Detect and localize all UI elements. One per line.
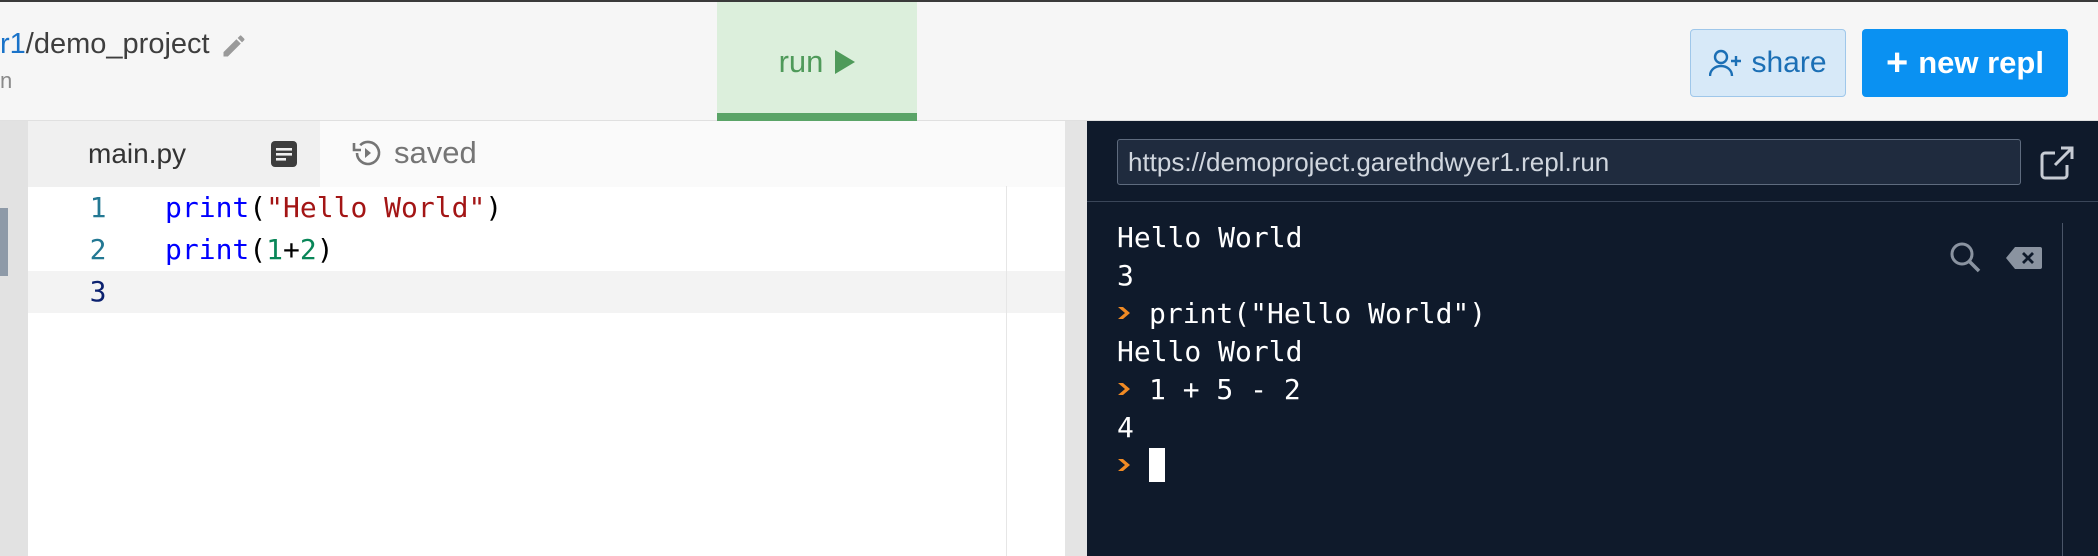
text-cursor[interactable] — [1149, 448, 1165, 482]
console-text: Hello World — [1117, 335, 1303, 368]
console-text: print("Hello World") — [1149, 297, 1487, 330]
code-token: + — [283, 233, 300, 266]
code-token: ( — [249, 233, 267, 266]
code-token: ) — [316, 233, 334, 266]
breadcrumb-project-name: demo_project — [33, 28, 210, 60]
console-text: 4 — [1117, 411, 1134, 444]
add-user-icon — [1709, 49, 1742, 77]
console-input-line: print("Hello World") — [1117, 295, 1486, 333]
console-output-line: 3 — [1117, 257, 1486, 295]
console-output[interactable]: Hello World 3 print("Hello World") Hello Wo… — [1117, 219, 1486, 485]
code-token: 1 — [266, 233, 284, 266]
prompt-chevron-icon — [1118, 307, 1130, 319]
code-line-text: print("Hello World") — [165, 187, 502, 229]
code-area[interactable]: 1 print("Hello World") 2 print(1+2) 3 — [28, 187, 1065, 556]
code-token: ( — [249, 191, 267, 224]
prompt-chevron-icon — [1118, 459, 1130, 471]
console-input-line — [1117, 447, 1486, 485]
document-icon[interactable] — [268, 138, 300, 170]
breadcrumb-user-link[interactable]: r1 — [0, 28, 26, 60]
code-line[interactable]: 1 print("Hello World") — [28, 187, 1065, 229]
code-token: ) — [485, 191, 503, 224]
console-text: 1 + 5 - 2 — [1149, 373, 1301, 406]
tab-main-py[interactable]: main.py — [28, 121, 320, 187]
code-line[interactable]: 2 print(1+2) — [28, 229, 1065, 271]
code-token: print — [165, 233, 250, 266]
play-icon — [835, 49, 856, 74]
top-bar: r1/demo_project n run share + new repl — [0, 0, 2098, 121]
breadcrumb: r1/demo_project — [0, 28, 210, 61]
code-token: 2 — [299, 233, 317, 266]
run-button[interactable]: run — [717, 2, 917, 121]
line-number: 3 — [89, 275, 107, 308]
sidebar-edge[interactable] — [0, 121, 28, 556]
new-repl-button[interactable]: + new repl — [1862, 29, 2068, 97]
saved-label: saved — [394, 135, 477, 170]
editor-scroll-gutter — [1006, 186, 1007, 556]
sidebar-active-marker — [0, 208, 8, 276]
code-line[interactable]: 3 — [28, 271, 1065, 313]
project-subtitle: n — [0, 68, 13, 93]
console-text: 3 — [1117, 259, 1134, 292]
pencil-icon[interactable] — [220, 32, 248, 60]
run-button-label: run — [778, 43, 824, 79]
clear-console-icon[interactable] — [2004, 243, 2044, 273]
console-output-line: 4 — [1117, 409, 1486, 447]
history-icon — [352, 140, 381, 166]
tab-label: main.py — [88, 138, 187, 169]
console-pane[interactable]: https://demoproject.garethdwyer1.repl.ru… — [1087, 121, 2098, 556]
code-editor[interactable]: main.py saved 1 print("Hello World") 2 prin… — [28, 121, 1065, 556]
breadcrumb-separator: / — [25, 28, 34, 60]
console-output-line: Hello World — [1117, 219, 1486, 257]
line-number: 2 — [89, 233, 107, 266]
console-text: Hello World — [1117, 221, 1303, 254]
url-separator — [1087, 201, 2098, 202]
console-scroll-edge — [2062, 223, 2063, 556]
pane-resize-handle[interactable] — [1065, 121, 1087, 556]
search-icon[interactable] — [1947, 239, 1983, 275]
code-token: print — [165, 191, 250, 224]
repl-url-field[interactable]: https://demoproject.garethdwyer1.repl.ru… — [1117, 139, 2021, 185]
line-number: 1 — [89, 191, 107, 224]
new-repl-button-label: new repl — [1918, 45, 2044, 80]
plus-icon: + — [1886, 41, 1909, 84]
share-button-label: share — [1751, 46, 1827, 79]
editor-tab-bar: main.py saved — [28, 121, 1065, 187]
console-input-line: 1 + 5 - 2 — [1117, 371, 1486, 409]
code-token: "Hello World" — [266, 191, 486, 224]
run-active-indicator — [717, 113, 917, 121]
console-output-line: Hello World — [1117, 333, 1486, 371]
code-line-text: print(1+2) — [165, 229, 334, 271]
open-in-new-tab-icon[interactable] — [2037, 143, 2077, 183]
share-button[interactable]: share — [1690, 29, 1846, 97]
save-status[interactable]: saved — [350, 135, 477, 171]
prompt-chevron-icon — [1118, 383, 1130, 395]
